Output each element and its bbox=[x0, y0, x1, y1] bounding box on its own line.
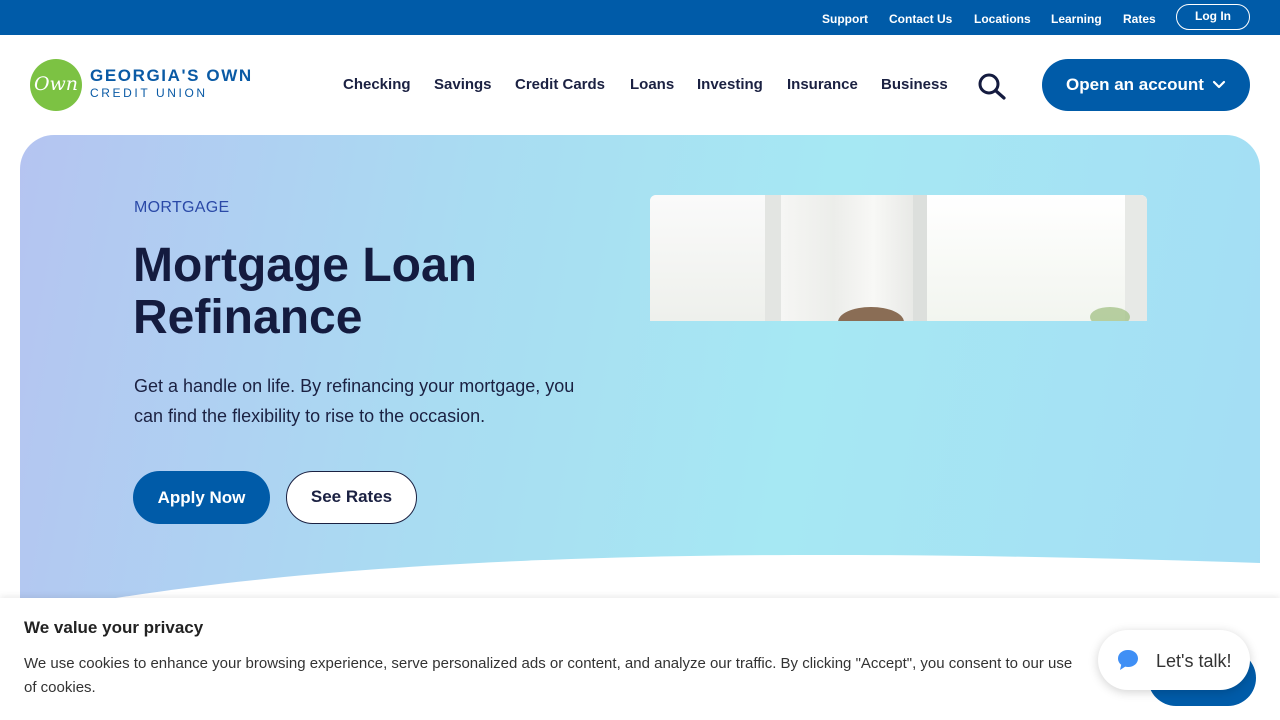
logo-mark: Own bbox=[30, 59, 82, 111]
nav-item-savings[interactable]: Savings bbox=[434, 76, 492, 94]
hero-image bbox=[650, 195, 1147, 321]
page-title: Mortgage Loan Refinance bbox=[133, 239, 477, 344]
chat-icon bbox=[1118, 650, 1138, 670]
util-link-learning[interactable]: Learning bbox=[1051, 12, 1102, 26]
hero-description: Get a handle on life. By refinancing you… bbox=[134, 376, 575, 426]
hero-section: MORTGAGE Mortgage Loan Refinance Get a h… bbox=[20, 135, 1260, 655]
chat-label: Let's talk! bbox=[1156, 651, 1232, 671]
search-icon[interactable] bbox=[976, 72, 1008, 100]
cookie-title: We value your privacy bbox=[24, 618, 204, 637]
logo-mark-text: Own bbox=[33, 73, 79, 95]
util-link-support[interactable]: Support bbox=[822, 12, 868, 26]
hero-eyebrow: MORTGAGE bbox=[134, 199, 230, 216]
util-link-locations[interactable]: Locations bbox=[974, 12, 1031, 26]
nav-item-investing[interactable]: Investing bbox=[697, 76, 763, 94]
login-button[interactable]: Log In bbox=[1176, 4, 1250, 30]
util-link-contact-us[interactable]: Contact Us bbox=[889, 12, 952, 26]
logo-name: GEORGIA'S OWN bbox=[90, 66, 253, 85]
main-nav: Own GEORGIA'S OWN CREDIT UNION Checking … bbox=[0, 35, 1280, 135]
nav-item-business[interactable]: Business bbox=[881, 76, 948, 94]
util-link-rates[interactable]: Rates bbox=[1123, 12, 1156, 26]
nav-item-insurance[interactable]: Insurance bbox=[787, 76, 858, 94]
see-rates-button[interactable]: See Rates bbox=[286, 471, 417, 524]
open-account-button[interactable]: Open an account bbox=[1042, 59, 1250, 111]
nav-item-checking[interactable]: Checking bbox=[343, 76, 411, 94]
chevron-down-icon bbox=[1212, 80, 1226, 89]
cookie-text: We use cookies to enhance your browsing … bbox=[24, 655, 1073, 696]
utility-bar: Support Contact Us Locations Learning Ra… bbox=[0, 0, 1280, 35]
chat-bubble[interactable]: Let's talk! bbox=[1098, 630, 1250, 690]
cookie-banner: We value your privacy We use cookies to … bbox=[0, 598, 1280, 720]
apply-now-button[interactable]: Apply Now bbox=[133, 471, 270, 524]
open-account-label: Open an account bbox=[1066, 75, 1204, 94]
nav-item-credit-cards[interactable]: Credit Cards bbox=[515, 76, 605, 94]
logo-subname: CREDIT UNION bbox=[90, 86, 208, 100]
nav-item-loans[interactable]: Loans bbox=[630, 76, 674, 94]
